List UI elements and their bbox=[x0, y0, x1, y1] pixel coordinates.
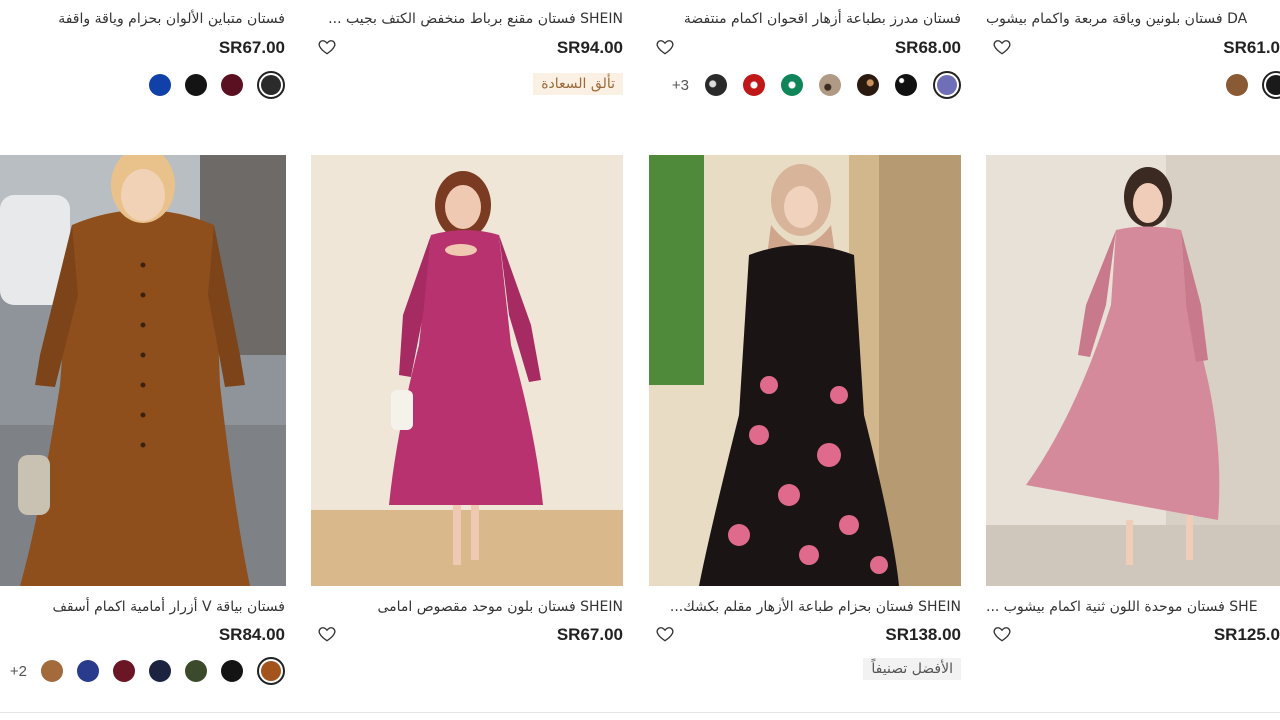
product-price: SR125.0 bbox=[1213, 625, 1280, 644]
more-colors-count[interactable]: +3 bbox=[672, 77, 689, 94]
color-swatch[interactable] bbox=[857, 74, 879, 96]
happiness-badge: تألق السعادة bbox=[533, 73, 623, 95]
product-card-bottom-1[interactable]: فستان بياقة V أزرار أمامية اكمام أسقف SR… bbox=[0, 590, 285, 700]
color-swatches bbox=[149, 71, 285, 99]
color-swatch[interactable] bbox=[781, 74, 803, 96]
product-card-top-3[interactable]: فستان مدرز بطباعة أزهار اقحوان اكمام منت… bbox=[649, 0, 961, 110]
color-swatch[interactable] bbox=[933, 71, 961, 99]
brown-dress-photo bbox=[0, 155, 286, 586]
color-swatch[interactable] bbox=[257, 71, 285, 99]
top-rated-badge: الأفضل تصنيفاً bbox=[863, 658, 961, 680]
magenta-dress-photo bbox=[311, 155, 623, 586]
color-swatch[interactable] bbox=[185, 660, 207, 682]
color-swatches bbox=[1226, 71, 1280, 99]
product-image[interactable] bbox=[649, 155, 961, 586]
product-card-top-1[interactable]: فستان متباين الألوان بحزام وياقة واقفة S… bbox=[0, 0, 285, 110]
heart-icon[interactable] bbox=[317, 37, 337, 57]
product-price: SR94.00 bbox=[556, 38, 623, 57]
product-card-bottom-4[interactable]: SHE فستان موحدة اللون ثنية اكمام بيشوب .… bbox=[986, 590, 1280, 700]
product-price: SR67.00 bbox=[218, 38, 285, 57]
product-card-bottom-3[interactable]: SHEIN فستان بحزام طباعة الأزهار مقلم بكش… bbox=[649, 590, 961, 700]
heart-icon[interactable] bbox=[317, 624, 337, 644]
color-swatch[interactable] bbox=[257, 657, 285, 685]
product-card-bottom-2[interactable]: SHEIN فستان بلون موحد مقصوص امامى SR67.0… bbox=[311, 590, 623, 700]
pink-satin-dress-photo bbox=[986, 155, 1280, 586]
color-swatch[interactable] bbox=[743, 74, 765, 96]
color-swatch[interactable] bbox=[41, 660, 63, 682]
product-title[interactable]: DA فستان بلونين وياقة مربعة واكمام بيشوب bbox=[986, 9, 1280, 29]
product-card-top-2[interactable]: SHEIN فستان مقنع برباط منخفض الكتف بجيب … bbox=[311, 0, 623, 110]
color-swatch[interactable] bbox=[77, 660, 99, 682]
product-image[interactable] bbox=[311, 155, 623, 586]
product-price: SR61.0 bbox=[1223, 38, 1280, 57]
product-title[interactable]: SHEIN فستان بحزام طباعة الأزهار مقلم بكش… bbox=[649, 597, 961, 617]
color-swatch[interactable] bbox=[149, 74, 171, 96]
heart-icon[interactable] bbox=[655, 624, 675, 644]
heart-icon[interactable] bbox=[992, 37, 1012, 57]
color-swatch[interactable] bbox=[113, 660, 135, 682]
color-swatch[interactable] bbox=[1262, 71, 1280, 99]
product-image[interactable] bbox=[0, 155, 286, 586]
color-swatches: +3 bbox=[672, 71, 961, 99]
product-card-top-4[interactable]: DA فستان بلونين وياقة مربعة واكمام بيشوب… bbox=[986, 0, 1280, 110]
divider bbox=[0, 712, 1280, 713]
heart-icon[interactable] bbox=[992, 624, 1012, 644]
color-swatch[interactable] bbox=[221, 660, 243, 682]
product-title[interactable]: فستان متباين الألوان بحزام وياقة واقفة bbox=[0, 9, 285, 29]
color-swatch[interactable] bbox=[185, 74, 207, 96]
color-swatch[interactable] bbox=[705, 74, 727, 96]
color-swatch[interactable] bbox=[1226, 74, 1248, 96]
color-swatch[interactable] bbox=[149, 660, 171, 682]
color-swatch[interactable] bbox=[221, 74, 243, 96]
more-colors-count[interactable]: +2 bbox=[10, 663, 27, 680]
floral-dress-photo bbox=[649, 155, 961, 586]
color-swatch[interactable] bbox=[819, 74, 841, 96]
product-price: SR84.00 bbox=[218, 625, 285, 644]
product-title[interactable]: SHEIN فستان بلون موحد مقصوص امامى bbox=[311, 597, 623, 617]
product-title[interactable]: فستان مدرز بطباعة أزهار اقحوان اكمام منت… bbox=[649, 9, 961, 29]
color-swatches: +2 bbox=[10, 657, 285, 685]
heart-icon[interactable] bbox=[655, 37, 675, 57]
product-title[interactable]: فستان بياقة V أزرار أمامية اكمام أسقف bbox=[0, 597, 285, 617]
product-image[interactable] bbox=[986, 155, 1280, 586]
product-price: SR67.00 bbox=[556, 625, 623, 644]
product-price: SR138.00 bbox=[885, 625, 961, 644]
color-swatch[interactable] bbox=[895, 74, 917, 96]
product-title[interactable]: SHEIN فستان مقنع برباط منخفض الكتف بجيب … bbox=[311, 9, 623, 29]
product-title[interactable]: SHE فستان موحدة اللون ثنية اكمام بيشوب .… bbox=[986, 597, 1280, 617]
product-price: SR68.00 bbox=[894, 38, 961, 57]
